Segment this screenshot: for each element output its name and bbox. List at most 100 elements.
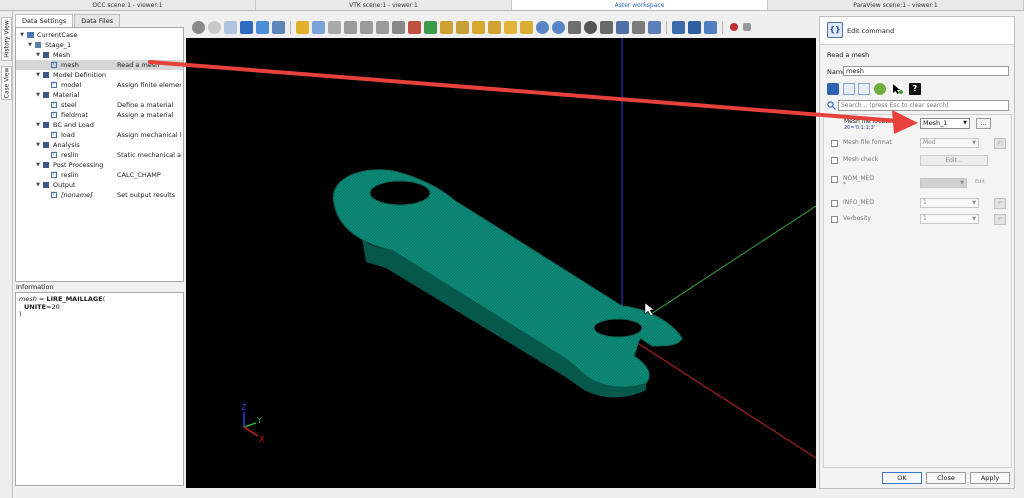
dump-view-icon[interactable] — [192, 20, 205, 34]
toolbar-separator — [666, 20, 667, 34]
zoom-fit-icon[interactable] — [328, 20, 341, 34]
mesh-check-checkbox[interactable] — [831, 157, 838, 164]
collapse-icon[interactable]: ▼ — [35, 120, 41, 130]
name-input[interactable]: mesh — [843, 66, 1009, 76]
tab-aster-workspace[interactable]: Aster workspace — [512, 0, 768, 10]
tree-item-steel[interactable]: {} steel Define a material — [16, 100, 183, 110]
stereo-icon[interactable] — [600, 20, 613, 34]
eye-icon[interactable] — [874, 83, 886, 95]
zoom-icon[interactable] — [360, 20, 373, 34]
tab-paraview-scene[interactable]: ParaView scene:1 - viewer:1 — [768, 0, 1024, 10]
tree-item-material-category[interactable]: ▼ Material — [16, 90, 183, 100]
tab-data-settings[interactable]: Data Settings — [15, 14, 74, 27]
tree-description: Set output results — [117, 191, 176, 199]
clipping-icon[interactable] — [224, 20, 237, 34]
search-input[interactable] — [838, 100, 1009, 111]
trihedron-icon[interactable] — [312, 20, 325, 34]
collapse-icon[interactable]: ▼ — [19, 30, 25, 40]
graduated-axes-icon[interactable] — [256, 20, 269, 34]
collapse-icon[interactable]: ▼ — [35, 160, 41, 170]
play-icon[interactable] — [743, 23, 751, 31]
collapse-icon[interactable]: ▼ — [27, 40, 33, 50]
view-bottom-icon[interactable] — [488, 20, 501, 34]
tree-item-noname[interactable]: {} [noname] Set output results — [16, 190, 183, 200]
view-right-icon[interactable] — [520, 20, 533, 34]
apply-button[interactable]: Apply — [970, 472, 1010, 484]
nom-med-edit-link[interactable]: Edit — [975, 179, 985, 185]
tree-item-mesh[interactable]: {} mesh Read a mesh — [16, 60, 183, 70]
information-title: Information — [16, 283, 54, 291]
tab-vtk-scene[interactable]: VTK scene:1 - viewer:1 — [256, 0, 512, 10]
collapse-icon[interactable]: ▼ — [35, 140, 41, 150]
collapse-icon[interactable]: ▼ — [35, 90, 41, 100]
view-back-icon[interactable] — [456, 20, 469, 34]
tree-item-stage[interactable]: ▼ Stage_1 — [16, 40, 183, 50]
shading-icon[interactable] — [688, 20, 701, 34]
view-front-icon[interactable] — [440, 20, 453, 34]
tree-item-case[interactable]: ▼ CurrentCase — [16, 30, 183, 40]
wireframe-icon[interactable] — [704, 20, 717, 34]
help-icon[interactable]: ? — [909, 83, 921, 95]
view-left-icon[interactable] — [504, 20, 517, 34]
rotate-icon[interactable] — [424, 20, 437, 34]
browse-button[interactable]: ... — [976, 118, 991, 129]
tab-occ-scene[interactable]: OCC scene:1 - viewer:1 — [0, 0, 256, 10]
tree-item-output-category[interactable]: ▼ Output — [16, 180, 183, 190]
x-axis-line — [621, 332, 816, 459]
3d-viewer[interactable]: Z Y X — [186, 38, 816, 488]
tree-item-fieldmat[interactable]: {} fieldmat Assign a material — [16, 110, 183, 120]
tree-item-analysis-category[interactable]: ▼ Analysis — [16, 140, 183, 150]
tab-history-view[interactable]: History View — [1, 17, 12, 61]
tab-case-view[interactable]: Case View — [1, 66, 12, 100]
collapse-icon[interactable]: ▼ — [35, 50, 41, 60]
mesh-file-format-combo[interactable]: Med ▼ — [920, 138, 979, 148]
reset-view-icon[interactable] — [568, 20, 581, 34]
ok-button[interactable]: OK — [882, 472, 922, 484]
rotate-counterclockwise-icon[interactable] — [552, 20, 565, 34]
tree-item-load[interactable]: {} load Assign mechanical l... — [16, 130, 183, 140]
close-button[interactable]: Close — [926, 472, 966, 484]
view-top-icon[interactable] — [472, 20, 485, 34]
collapse-icon[interactable]: ▼ — [35, 70, 41, 80]
tree-item-bc-category[interactable]: ▼ BC and Load — [16, 120, 183, 130]
show-graphical-icon[interactable] — [843, 83, 855, 95]
verbosity-combo[interactable]: 1 ▼ — [920, 214, 979, 224]
nom-med-combo[interactable]: ▼ — [920, 178, 967, 188]
reset-icon[interactable]: ↶ — [994, 138, 1006, 149]
show-required-icon[interactable] — [827, 83, 839, 95]
synchronize-icon[interactable] — [616, 20, 629, 34]
tree-item-reslin[interactable]: {} reslin Static mechanical a... — [16, 150, 183, 160]
global-pan-icon[interactable] — [408, 20, 421, 34]
view-parameters-icon[interactable] — [632, 20, 645, 34]
reset-icon[interactable]: ↶ — [994, 198, 1006, 209]
mesh-check-edit-button[interactable]: Edit... — [920, 155, 988, 166]
info-med-checkbox[interactable] — [831, 200, 838, 207]
nom-med-checkbox[interactable] — [831, 176, 838, 183]
pointer-icon[interactable] — [891, 83, 903, 95]
reset-icon[interactable]: ↶ — [994, 214, 1006, 225]
rotation-point-icon[interactable] — [208, 20, 221, 34]
projection-icon[interactable] — [584, 20, 597, 34]
pan-icon[interactable] — [392, 20, 405, 34]
tree-item-mesh-category[interactable]: ▼ Mesh — [16, 50, 183, 60]
tree-item-reslin-post[interactable]: {} reslin CALC_CHAMP — [16, 170, 183, 180]
zoom-out-icon[interactable] — [376, 20, 389, 34]
mesh-file-format-checkbox[interactable] — [831, 140, 838, 147]
tab-data-files[interactable]: Data Files — [74, 14, 121, 27]
highlight-icon[interactable] — [296, 20, 309, 34]
mesh-location-combo[interactable]: Mesh_1 ▼ — [920, 118, 970, 129]
tree-item-model-category[interactable]: ▼ Model Definition — [16, 70, 183, 80]
zoom-area-icon[interactable] — [344, 20, 357, 34]
rotate-clockwise-icon[interactable] — [536, 20, 549, 34]
tree-item-model[interactable]: {} model Assign finite element — [16, 80, 183, 90]
collapse-icon[interactable]: ▼ — [35, 180, 41, 190]
selection-mode-icon[interactable] — [272, 20, 285, 34]
display-mode-icon[interactable] — [672, 20, 685, 34]
scaling-icon[interactable] — [240, 20, 253, 34]
info-med-combo[interactable]: 1 ▼ — [920, 198, 979, 208]
verbosity-checkbox[interactable] — [831, 216, 838, 223]
tree-item-post-category[interactable]: ▼ Post Processing — [16, 160, 183, 170]
show-optional-icon[interactable] — [858, 83, 870, 95]
clone-view-icon[interactable] — [648, 20, 661, 34]
record-icon[interactable] — [730, 23, 738, 31]
